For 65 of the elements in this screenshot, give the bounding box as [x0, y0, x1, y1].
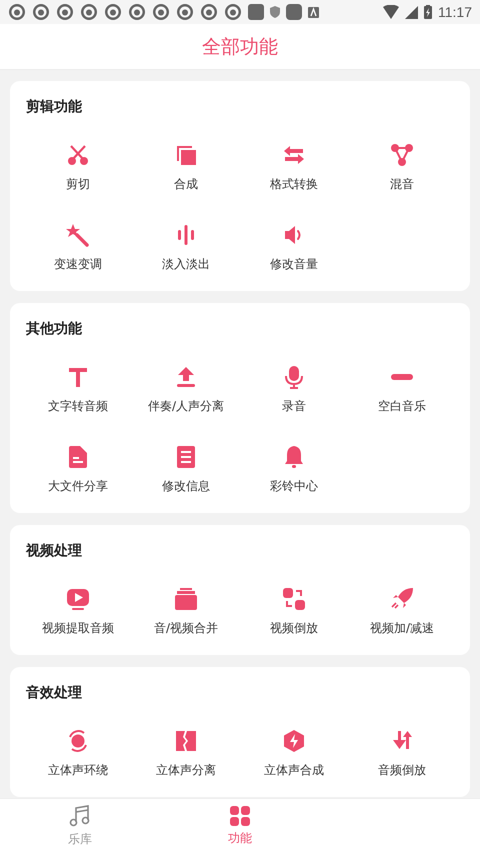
- section-title: 剪辑功能: [26, 98, 83, 117]
- keyboard-icon: [308, 6, 319, 18]
- swap-squares-icon: [282, 587, 306, 611]
- feature-button[interactable]: 混音: [348, 125, 456, 205]
- notification-icon: [56, 3, 74, 21]
- feature-button[interactable]: 立体声合成: [240, 711, 348, 791]
- scissors-icon: [66, 143, 90, 167]
- square-icon: [248, 4, 264, 20]
- notification-icon: [200, 3, 218, 21]
- page-title: 全部功能: [202, 34, 278, 60]
- bell-icon: [282, 445, 306, 469]
- hexagon-bolt-icon: [282, 729, 306, 753]
- feature-button[interactable]: 彩铃中心: [240, 427, 348, 507]
- notification-icon: [224, 3, 242, 21]
- section-title: 其他功能: [26, 320, 83, 339]
- square-icon: [286, 4, 302, 20]
- feature-button[interactable]: 合成: [132, 125, 240, 205]
- feature-button[interactable]: 格式转换: [240, 125, 348, 205]
- feature-button[interactable]: 音/视频合并: [132, 569, 240, 649]
- notification-icon: [104, 3, 122, 21]
- video-play-icon: [66, 587, 90, 611]
- rocket-icon: [390, 587, 414, 611]
- stacked-folders-icon: [174, 587, 198, 611]
- notification-icon: [128, 3, 146, 21]
- nodes-icon: [390, 143, 414, 167]
- feature-button[interactable]: 剪切: [24, 125, 132, 205]
- notification-icon: [152, 3, 170, 21]
- squares-icon: [174, 143, 198, 167]
- nav-tab[interactable]: 功能: [160, 799, 320, 854]
- feature-button[interactable]: 视频加/减速: [348, 569, 456, 649]
- battery-icon: [424, 5, 432, 19]
- feature-button[interactable]: 立体声环绕: [24, 711, 132, 791]
- microphone-icon: [282, 365, 306, 389]
- music-note-icon: [69, 805, 91, 827]
- feature-button[interactable]: 伴奏/人声分离: [132, 347, 240, 427]
- swap-arrows-icon: [282, 143, 306, 167]
- feature-button[interactable]: 变速变调: [24, 205, 132, 285]
- notification-icon: [80, 3, 98, 21]
- minus-icon: [391, 374, 413, 380]
- clock-time: 11:17: [438, 4, 472, 20]
- wifi-icon: [383, 5, 399, 19]
- feature-button[interactable]: 音频倒放: [348, 711, 456, 791]
- document-icon: [66, 445, 90, 469]
- notification-icon: [176, 3, 194, 21]
- feature-button[interactable]: 大文件分享: [24, 427, 132, 507]
- feature-button[interactable]: 立体声分离: [132, 711, 240, 791]
- feature-button[interactable]: 录音: [240, 347, 348, 427]
- feature-button[interactable]: 修改信息: [132, 427, 240, 507]
- notification-icon: [32, 3, 50, 21]
- text-t-icon: [66, 365, 90, 389]
- section-title: 音效处理: [26, 684, 83, 703]
- shield-icon: [270, 6, 280, 18]
- feature-button[interactable]: 修改音量: [240, 205, 348, 285]
- signal-icon: [405, 6, 418, 18]
- feature-button[interactable]: 空白音乐: [348, 347, 456, 427]
- feature-button[interactable]: 视频倒放: [240, 569, 348, 649]
- feature-button[interactable]: 文字转音频: [24, 347, 132, 427]
- notification-icon: [8, 3, 26, 21]
- grid-icon: [230, 806, 250, 826]
- note-icon: [174, 445, 198, 469]
- feature-button[interactable]: 淡入淡出: [132, 205, 240, 285]
- feature-button[interactable]: 视频提取音频: [24, 569, 132, 649]
- magic-wand-icon: [66, 223, 90, 247]
- section-title: 视频处理: [26, 542, 83, 561]
- upload-icon: [174, 365, 198, 389]
